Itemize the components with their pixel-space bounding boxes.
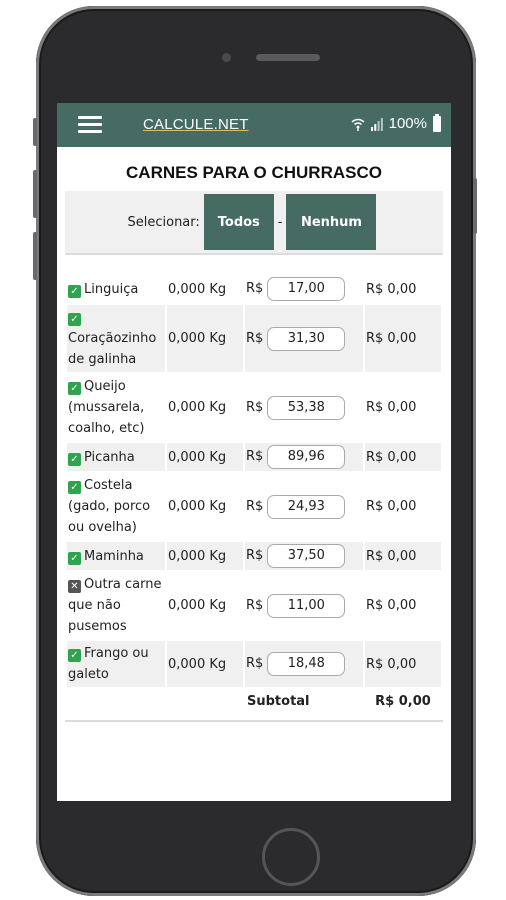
checkbox-checked-icon[interactable]: ✓ (68, 284, 81, 298)
home-button[interactable] (262, 828, 320, 886)
battery-icon (433, 113, 441, 132)
item-total: R$ 0,00 (366, 400, 417, 415)
meat-table: ✓ Linguiça 0,000 Kg R$ 17,00 R$ 0,00 ✓Coraçãoz… (65, 273, 443, 716)
subtotal-value: R$ 0,00 (375, 694, 431, 709)
table-row: ✓ Maminha 0,000 Kg R$ 37,50 R$ 0,00 (67, 542, 441, 570)
price-input[interactable]: 11,00 (267, 593, 346, 618)
earpiece-speaker (256, 54, 320, 61)
item-name-cell: ✓ Queijo (mussarela, coalho, etc) (67, 374, 165, 441)
currency-label: R$ (246, 330, 264, 346)
item-price-cell: R$ 31,30 (245, 305, 363, 372)
menu-icon[interactable] (78, 116, 102, 134)
front-camera (222, 53, 231, 62)
currency-label: R$ (246, 399, 264, 415)
item-total: R$ 0,00 (365, 542, 441, 570)
signal-icon (370, 117, 383, 131)
item-qty: 0,000 Kg (168, 499, 227, 514)
checkbox-checked-icon[interactable]: ✓ (68, 382, 81, 395)
item-qty: 0,000 Kg (167, 443, 243, 471)
item-total: R$ 0,00 (366, 598, 417, 613)
item-name: Coraçãozinho de galinha (68, 331, 157, 367)
item-name-cell: ✓ Coraçãozinho de galinha (67, 305, 165, 372)
brand-link[interactable]: CALCULE.NET (143, 116, 249, 133)
app-bar: CALCULE.NET 100% (57, 103, 451, 147)
item-price-cell: R$ 17,00 (245, 275, 363, 303)
volume-down-button (33, 232, 37, 280)
item-qty: 0,000 Kg (168, 400, 227, 415)
checkbox-unchecked-icon[interactable]: ✕ (68, 580, 81, 593)
checkbox-checked-icon[interactable]: ✓ (68, 313, 81, 326)
item-qty: 0,000 Kg (168, 598, 227, 613)
item-price-cell: R$ 24,93 (245, 473, 363, 540)
item-total: R$ 0,00 (365, 305, 441, 372)
table-row: ✓Coraçãozinho de galinha 0,000 Kg R$ 31,30 R… (67, 305, 441, 372)
item-name-cell: ✓ Picanha (67, 443, 165, 471)
checkbox-checked-icon[interactable]: ✓ (68, 649, 81, 662)
app-screen: CALCULE.NET 100% CARNES PARA O CHURRASCO… (57, 103, 451, 801)
subtotal-row: Subtotal R$ 0,00 (67, 689, 441, 714)
select-none-button[interactable]: Nenhum (286, 194, 377, 250)
status-bar: 100% (351, 113, 441, 132)
price-input[interactable]: 24,93 (267, 494, 346, 519)
item-name-cell: ✓ Maminha (67, 542, 165, 570)
item-name: Picanha (84, 449, 135, 465)
item-total: R$ 0,00 (366, 499, 417, 514)
table-row: ✓ Queijo (mussarela, coalho, etc) 0,000 Kg… (67, 374, 441, 441)
power-button (473, 178, 477, 234)
item-total: R$ 0,00 (366, 281, 417, 297)
item-price-cell: R$ 11,00 (245, 572, 363, 639)
separator: - (277, 214, 283, 230)
currency-label: R$ (246, 498, 264, 514)
price-input[interactable]: 89,96 (267, 445, 346, 469)
item-qty: 0,000 Kg (167, 305, 243, 372)
item-qty: 0,000 Kg (167, 542, 243, 570)
checkbox-checked-icon[interactable]: ✓ (68, 481, 81, 494)
price-input[interactable]: 31,30 (267, 326, 346, 351)
item-price-cell: R$ 37,50 (245, 542, 363, 570)
battery-level: 100% (388, 115, 427, 132)
currency-label: R$ (246, 548, 264, 563)
selection-bar: Selecionar: Todos - Nenhum (65, 191, 443, 255)
price-input[interactable]: 18,48 (267, 652, 346, 676)
item-qty: 0,000 Kg (167, 641, 243, 687)
item-price-cell: R$ 53,38 (245, 374, 363, 441)
currency-label: R$ (246, 449, 264, 464)
item-name-cell: ✕ Outra carne que não pusemos (67, 572, 165, 639)
table-row: ✕ Outra carne que não pusemos 0,000 Kg R$ 11… (67, 572, 441, 639)
mute-switch (33, 118, 37, 146)
table-row: ✓ Picanha 0,000 Kg R$ 89,96 R$ 0,00 (67, 443, 441, 471)
item-name-cell: ✓ Frango ou galeto (67, 641, 165, 687)
item-total: R$ 0,00 (365, 443, 441, 471)
divider (65, 720, 443, 722)
volume-up-button (33, 170, 37, 218)
item-name: Maminha (84, 548, 144, 564)
currency-label: R$ (246, 597, 264, 613)
item-price-cell: R$ 89,96 (245, 443, 363, 471)
subtotal-label: Subtotal (247, 694, 310, 709)
currency-label: R$ (246, 281, 264, 296)
checkbox-checked-icon[interactable]: ✓ (68, 452, 81, 466)
page-title: CARNES PARA O CHURRASCO (126, 163, 382, 182)
item-name: Linguiça (84, 281, 139, 297)
item-total: R$ 0,00 (365, 641, 441, 687)
item-name-cell: ✓ Costela (gado, porco ou ovelha) (67, 473, 165, 540)
item-qty: 0,000 Kg (168, 281, 227, 297)
table-row: ✓ Frango ou galeto 0,000 Kg R$ 18,48 R$ 0,00 (67, 641, 441, 687)
price-input[interactable]: 37,50 (267, 544, 346, 568)
wifi-icon (351, 118, 365, 131)
table-row: ✓ Linguiça 0,000 Kg R$ 17,00 R$ 0,00 (67, 275, 441, 303)
item-price-cell: R$ 18,48 (245, 641, 363, 687)
price-input[interactable]: 53,38 (267, 395, 346, 420)
table-row: ✓ Costela (gado, porco ou ovelha) 0,000 Kg… (67, 473, 441, 540)
currency-label: R$ (246, 656, 264, 671)
item-name: Outra carne que não pusemos (68, 577, 162, 634)
select-all-button[interactable]: Todos (203, 194, 274, 250)
item-name-cell: ✓ Linguiça (67, 275, 165, 303)
price-input[interactable]: 17,00 (267, 277, 346, 301)
checkbox-checked-icon[interactable]: ✓ (68, 551, 81, 565)
select-label: Selecionar: (127, 214, 200, 230)
